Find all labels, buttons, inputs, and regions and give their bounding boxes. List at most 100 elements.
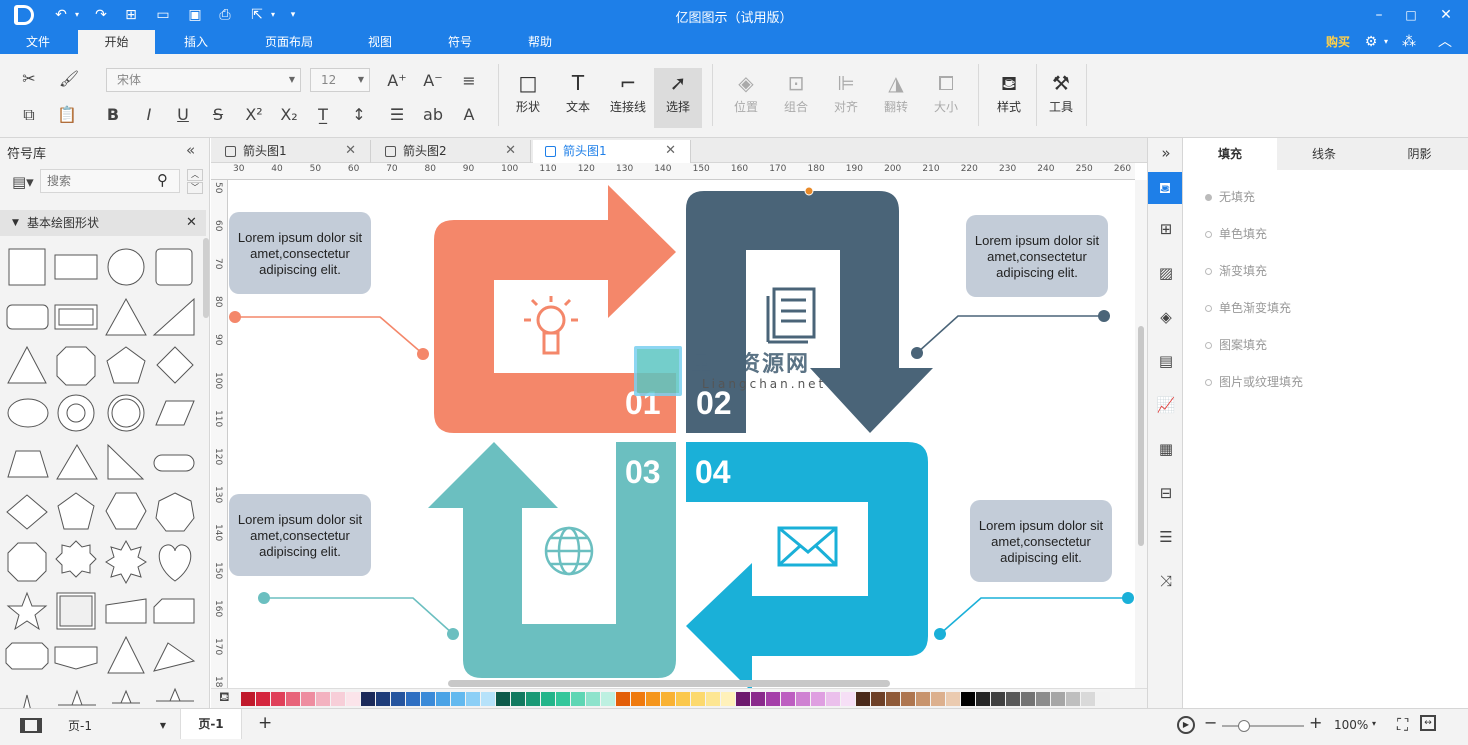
export-dropdown-icon[interactable]: ▾ (264, 6, 282, 24)
open-folder-icon[interactable]: ▭ (154, 6, 172, 24)
undo-dropdown-icon[interactable]: ▾ (68, 6, 86, 24)
image-icon[interactable]: ▨ (1155, 262, 1177, 284)
line-spacing-icon[interactable]: ↕ (348, 104, 370, 126)
italic-icon[interactable]: I (138, 104, 160, 126)
text-tool-button[interactable]: T 文本 (555, 68, 601, 128)
close-icon[interactable]: ✕ (1437, 6, 1455, 24)
redo-icon[interactable]: ↷ (92, 6, 110, 24)
color-swatch[interactable] (856, 692, 870, 706)
note-box-4[interactable]: Lorem ipsum dolor sit amet,consectetur a… (970, 500, 1112, 582)
group-button[interactable]: ⊡ 组合 (773, 68, 819, 128)
shape-banner[interactable] (54, 646, 98, 670)
shuffle-icon[interactable]: ⤨ (1155, 570, 1177, 592)
fill-option-none[interactable]: 无填充 (1205, 188, 1255, 205)
select-tool-button[interactable]: ➚ 选择 (654, 68, 702, 128)
font-family-select[interactable]: 宋体 ▼ (106, 68, 301, 92)
shape-rectangle[interactable] (54, 254, 98, 280)
shape-pentagon-2[interactable] (57, 492, 95, 530)
color-swatch[interactable] (271, 692, 285, 706)
color-swatch[interactable] (496, 692, 510, 706)
shape-hexagon[interactable] (105, 492, 147, 530)
doc-tab-2[interactable]: 箭头图2 ✕ (373, 140, 531, 163)
fill-option-gradient[interactable]: 渐变填充 (1205, 262, 1267, 279)
selection-handle[interactable] (804, 186, 814, 196)
color-swatch[interactable] (421, 692, 435, 706)
doc-tab-1[interactable]: 箭头图1 ✕ (213, 140, 371, 163)
tab-fill[interactable]: 填充 (1183, 138, 1277, 170)
shape-star-8[interactable] (105, 539, 147, 585)
color-swatch[interactable] (841, 692, 855, 706)
shape-manual-input[interactable] (105, 598, 147, 624)
bold-icon[interactable]: B (102, 104, 124, 126)
color-swatch[interactable] (871, 692, 885, 706)
color-swatch[interactable] (796, 692, 810, 706)
color-swatch[interactable] (931, 692, 945, 706)
fit-page-icon[interactable]: ⛶ (1397, 715, 1408, 735)
color-swatch[interactable] (691, 692, 705, 706)
color-swatch[interactable] (436, 692, 450, 706)
connector-line-1[interactable] (235, 316, 424, 355)
color-swatch[interactable] (1051, 692, 1065, 706)
save-icon[interactable]: ▣ (186, 6, 204, 24)
settings-dropdown-icon[interactable]: ▾ (1377, 33, 1395, 51)
shape-skewed-triangle[interactable] (153, 642, 196, 672)
color-swatch[interactable] (1081, 692, 1095, 706)
drawing-canvas[interactable]: Lorem ipsum dolor sit amet,consectetur a… (228, 180, 1135, 688)
page-tab[interactable]: 页-1 (180, 709, 242, 739)
shape-right-triangle-2[interactable] (107, 443, 145, 480)
shape-partial-star-2[interactable] (58, 689, 96, 706)
color-swatch[interactable] (586, 692, 600, 706)
collapse-ribbon-icon[interactable]: ︿ (1436, 33, 1454, 51)
shape-trapezoid[interactable] (7, 450, 49, 478)
menu-insert[interactable]: 插入 (170, 30, 222, 54)
shape-diamond[interactable] (156, 346, 194, 384)
close-tab-icon[interactable]: ✕ (505, 140, 516, 162)
color-swatch[interactable] (1096, 692, 1110, 706)
font-size-select[interactable]: 12 ▼ (310, 68, 370, 92)
zoom-slider-track[interactable] (1222, 720, 1304, 732)
color-swatch[interactable] (751, 692, 765, 706)
color-swatch[interactable] (1006, 692, 1020, 706)
apps-grid-icon[interactable]: ⁂ (1400, 33, 1418, 51)
chart-icon[interactable]: 📈 (1155, 394, 1177, 416)
decrease-font-icon[interactable]: A⁻ (422, 70, 444, 92)
minimize-icon[interactable]: – (1370, 6, 1388, 24)
color-swatch[interactable] (886, 692, 900, 706)
shape-star[interactable] (6, 591, 48, 631)
search-icon[interactable]: ⚲ (157, 171, 168, 189)
color-swatch[interactable] (526, 692, 540, 706)
connector-tool-button[interactable]: ⌐ 连接线 (605, 68, 651, 128)
shapes-grid-icon[interactable]: ⊞ (1155, 218, 1177, 240)
layers-icon[interactable]: ◈ (1155, 306, 1177, 328)
color-swatch[interactable] (676, 692, 690, 706)
cut-icon[interactable]: ✂ (18, 68, 40, 90)
table-icon[interactable]: ▦ (1155, 438, 1177, 460)
menu-view[interactable]: 视图 (356, 30, 404, 54)
color-swatch[interactable] (706, 692, 720, 706)
fill-option-picture[interactable]: 图片或纹理填充 (1205, 373, 1303, 390)
connector-line-3[interactable] (264, 597, 454, 635)
shape-triangle-2[interactable] (7, 345, 47, 384)
color-swatch[interactable] (781, 692, 795, 706)
shape-rounded-rect[interactable] (6, 304, 49, 330)
customize-quick-access-icon[interactable]: ▾ (284, 6, 302, 24)
shape-square[interactable] (8, 248, 46, 286)
tab-line[interactable]: 线条 (1277, 138, 1371, 170)
shape-triangle[interactable] (105, 297, 147, 336)
text-case-icon[interactable]: T̲ (312, 104, 334, 126)
copy-icon[interactable]: ⧉ (18, 104, 40, 126)
vertical-scrollbar-thumb[interactable] (1138, 326, 1144, 546)
color-swatch[interactable] (916, 692, 930, 706)
presentation-icon[interactable]: ☰ (1155, 526, 1177, 548)
increase-font-icon[interactable]: A⁺ (386, 70, 408, 92)
color-swatch[interactable] (901, 692, 915, 706)
connector-line-4[interactable] (939, 597, 1128, 635)
flip-button[interactable]: ◮ 翻转 (873, 68, 919, 128)
position-button[interactable]: ◈ 位置 (723, 68, 769, 128)
color-swatch[interactable] (511, 692, 525, 706)
color-swatch[interactable] (481, 692, 495, 706)
note-box-2[interactable]: Lorem ipsum dolor sit amet,consectetur a… (966, 215, 1108, 297)
color-swatch[interactable] (601, 692, 615, 706)
shape-octagon-2[interactable] (7, 542, 47, 582)
color-swatch[interactable] (361, 692, 375, 706)
